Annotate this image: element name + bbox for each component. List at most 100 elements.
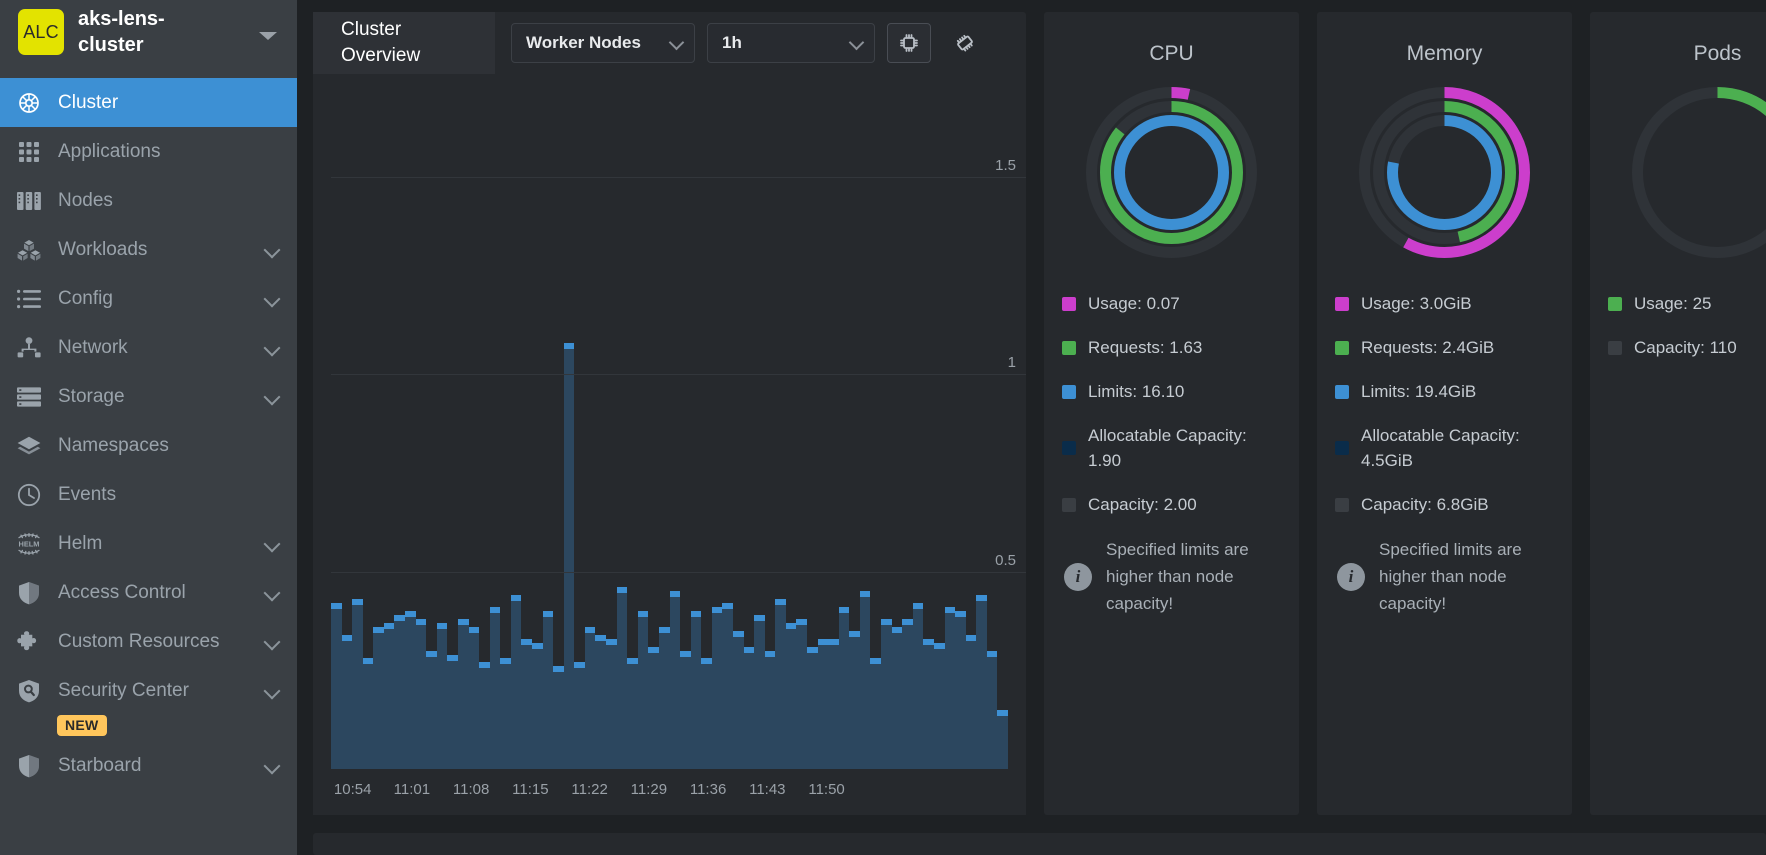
lower-panel [313, 833, 1766, 855]
chart-bar [585, 627, 596, 769]
legend-item: Allocatable Capacity: 1.90 [1062, 423, 1281, 473]
sidebar-item-label: Storage [58, 386, 265, 408]
chart-bar [543, 611, 554, 769]
server-rack-icon [12, 190, 46, 212]
sidebar-item-label: Security Center [58, 680, 265, 702]
overview-cards-row: Cluster Overview Worker Nodes 1h [313, 12, 1766, 822]
sidebar-item-security-center[interactable]: Security Center [0, 666, 297, 715]
donut-chart[interactable] [1625, 80, 1766, 265]
sidebar-item-label: Access Control [58, 582, 265, 604]
status-badge: NEW [57, 715, 107, 736]
chart-bar [839, 607, 850, 769]
chart-bar [426, 651, 437, 769]
legend-swatch [1608, 297, 1622, 311]
panel-title-line1: Cluster [341, 17, 495, 43]
chart-bar [331, 603, 342, 769]
chart-bar [659, 627, 670, 769]
memory-card: MemoryUsage: 3.0GiBRequests: 2.4GiBLimit… [1317, 12, 1572, 815]
legend-swatch [1062, 385, 1076, 399]
legend-item: Capacity: 2.00 [1062, 492, 1281, 517]
chart-bar [923, 639, 934, 769]
helm-text-icon: HELM [12, 532, 46, 556]
chart-bar [818, 639, 829, 769]
chart-bar [670, 591, 681, 769]
legend-label: Limits: 16.10 [1088, 379, 1184, 404]
panel-title: Cluster Overview [313, 12, 495, 74]
donut-chart[interactable] [1352, 80, 1537, 265]
chevron-down-icon[interactable] [265, 389, 281, 405]
legend-label: Requests: 2.4GiB [1361, 335, 1494, 360]
chevron-down-icon[interactable] [265, 242, 281, 258]
chart-bar [775, 599, 786, 769]
sidebar-item-cluster[interactable]: Cluster [0, 78, 297, 127]
sidebar-item-network[interactable]: Network [0, 323, 297, 372]
layers-icon [12, 436, 46, 456]
chevron-down-icon[interactable] [265, 683, 281, 699]
sidebar-item-config[interactable]: Config [0, 274, 297, 323]
sidebar-item-starboard[interactable]: Starboard [0, 741, 297, 790]
sidebar-item-label: Namespaces [58, 435, 281, 457]
chart-bar [352, 599, 363, 769]
chart-bar [648, 647, 659, 769]
svg-text:HELM: HELM [19, 539, 40, 548]
donut-chart[interactable] [1079, 80, 1264, 265]
cluster-selector[interactable]: ALC aks-lens-cluster [0, 0, 297, 64]
shield-split-icon [12, 581, 46, 605]
chart-x-tick: 11:15 [512, 781, 548, 798]
node-filter-value: Worker Nodes [526, 33, 641, 53]
chevron-down-icon[interactable] [265, 291, 281, 307]
list-icon [12, 289, 46, 309]
legend-swatch [1335, 297, 1349, 311]
chevron-down-icon[interactable] [265, 634, 281, 650]
chart-bar [722, 603, 733, 769]
chevron-down-icon[interactable] [265, 758, 281, 774]
chart-bar [627, 658, 638, 769]
sidebar-item-nodes[interactable]: Nodes [0, 176, 297, 225]
cpu-metric-toggle[interactable] [887, 23, 931, 63]
database-stack-icon [12, 387, 46, 407]
legend-item: Usage: 0.07 [1062, 291, 1281, 316]
chevron-down-icon[interactable] [265, 536, 281, 552]
chart-x-tick: 11:01 [394, 781, 430, 798]
chart-x-tick: 11:50 [808, 781, 844, 798]
sidebar-item-applications[interactable]: Applications [0, 127, 297, 176]
sidebar-item-label: Cluster [58, 92, 281, 114]
sidebar-item-namespaces[interactable]: Namespaces [0, 421, 297, 470]
sidebar-item-custom-resources[interactable]: Custom Resources [0, 617, 297, 666]
cpu-card: CPUUsage: 0.07Requests: 1.63Limits: 16.1… [1044, 12, 1299, 815]
chart-bar [416, 619, 427, 769]
legend-swatch [1062, 341, 1076, 355]
sidebar-item-access-control[interactable]: Access Control [0, 568, 297, 617]
chevron-down-icon[interactable] [259, 32, 277, 40]
metric-legend: Usage: 25Capacity: 110 [1608, 291, 1766, 379]
chart-bars [331, 78, 1008, 769]
chart-x-axis: 10:5411:0111:0811:1511:2211:2911:3611:43… [331, 781, 1008, 801]
cpu-usage-chart[interactable]: 1.510.5 10:5411:0111:0811:1511:2211:2911… [313, 74, 1026, 815]
legend-label: Capacity: 2.00 [1088, 492, 1197, 517]
chart-bar [786, 623, 797, 769]
chart-bar [373, 627, 384, 769]
chevron-down-icon[interactable] [265, 340, 281, 356]
memory-metric-toggle[interactable] [943, 23, 987, 63]
info-icon[interactable]: i [1337, 563, 1365, 591]
sidebar-item-label: Workloads [58, 239, 265, 261]
chart-bar [363, 658, 374, 769]
chart-bar [807, 647, 818, 769]
chart-y-tick: 1.5 [995, 157, 1016, 177]
chart-bar [733, 631, 744, 769]
chart-bar [680, 651, 691, 769]
sidebar-item-workloads[interactable]: Workloads [0, 225, 297, 274]
legend-swatch [1062, 498, 1076, 512]
time-range-select[interactable]: 1h [707, 23, 875, 63]
pods-card: Pods Usage: 25Capacity: 110 [1590, 12, 1766, 815]
sidebar-item-events[interactable]: Events [0, 470, 297, 519]
chart-bar [595, 635, 606, 769]
metric-card-title: Pods [1694, 42, 1742, 66]
chevron-down-icon[interactable] [265, 585, 281, 601]
chart-bar [849, 631, 860, 769]
sidebar-item-helm[interactable]: HELMHelm [0, 519, 297, 568]
node-filter-select[interactable]: Worker Nodes [511, 23, 695, 63]
info-icon[interactable]: i [1064, 563, 1092, 591]
sidebar-item-storage[interactable]: Storage [0, 372, 297, 421]
chart-bar [405, 611, 416, 769]
